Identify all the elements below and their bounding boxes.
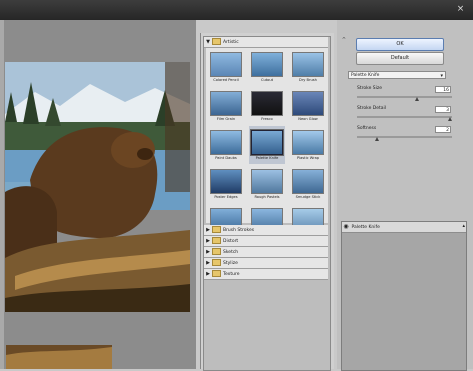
filter-thumb-8[interactable]: Plastic Wrap (290, 126, 326, 164)
collapse-gallery-icon[interactable]: ⌃ (341, 36, 350, 45)
filter-preview-image (251, 91, 283, 116)
close-icon[interactable]: × (456, 5, 465, 14)
filter-thumb-4[interactable]: Fresco (249, 87, 285, 125)
category-row-texture[interactable]: ▶ Texture (204, 269, 328, 280)
filter-gallery: ▼ Artistic Colored Pencil Cutout Dry Brus… (203, 36, 331, 371)
filter-preview-image (292, 169, 324, 194)
filter-thumb-1[interactable]: Cutout (249, 48, 285, 86)
filter-thumb-3[interactable]: Film Grain (208, 87, 244, 125)
filter-label: Palette Knife (255, 156, 279, 160)
filter-thumb-0[interactable]: Colored Pencil (208, 48, 244, 86)
filter-label: Film Grain (216, 117, 236, 121)
filter-thumb-2[interactable]: Dry Brush (290, 48, 326, 86)
filter-select-dropdown[interactable]: Palette Knife ▾ (348, 71, 446, 79)
category-row-sketch[interactable]: ▶ Sketch (204, 247, 328, 258)
preview-image[interactable] (5, 62, 190, 312)
chevron-down-icon: ▾ (440, 73, 443, 79)
window-title-bar: × (0, 0, 473, 20)
default-button[interactable]: Default (356, 52, 444, 65)
filter-preview-image (210, 91, 242, 116)
category-label: Distort (223, 239, 239, 244)
category-row-stylize[interactable]: ▶ Stylize (204, 258, 328, 269)
ok-button[interactable]: OK (356, 38, 444, 51)
category-label: Brush Strokes (223, 228, 255, 233)
filter-thumb-7-selected[interactable]: Palette Knife (249, 126, 285, 164)
filter-thumb-10[interactable]: Rough Pastels (249, 165, 285, 203)
scroll-up-icon[interactable]: ▴ (462, 223, 465, 229)
folder-icon (212, 270, 221, 277)
eye-icon[interactable]: ◉ (342, 222, 350, 232)
category-row-brush-strokes[interactable]: ▶ Brush Strokes (204, 225, 328, 236)
effect-layers-panel: ◉ Palette Knife ▴ (341, 221, 467, 371)
filter-thumb-6[interactable]: Paint Daubs (208, 126, 244, 164)
filter-select-value: Palette Knife (351, 73, 380, 78)
folder-icon (212, 259, 221, 266)
triangle-right-icon[interactable]: ▶ (204, 236, 212, 246)
folder-icon (212, 237, 221, 244)
triangle-right-icon[interactable]: ▶ (204, 225, 212, 235)
stroke-size-slider-thumb[interactable] (415, 97, 420, 101)
stroke-detail-field[interactable]: 3 (435, 106, 451, 113)
filter-preview-image (292, 130, 324, 155)
filter-preview-image (210, 130, 242, 155)
softness-label: Softness (357, 126, 377, 131)
navigator-photo-image (6, 345, 112, 369)
filter-preview-image (292, 52, 324, 77)
preview-edge (0, 20, 4, 369)
category-label: Texture (223, 272, 240, 277)
stroke-detail-slider-thumb[interactable] (448, 117, 452, 121)
stroke-size-field[interactable]: 16 (435, 86, 451, 93)
stroke-detail-slider[interactable] (357, 116, 452, 121)
softness-slider[interactable] (357, 136, 452, 141)
stroke-size-label: Stroke Size (357, 86, 383, 91)
stroke-size-slider[interactable] (357, 96, 452, 101)
softness-field[interactable]: 2 (435, 126, 451, 133)
navigator-thumbnail (6, 345, 112, 369)
filter-label: Cutout (260, 78, 274, 82)
bear-photo-image (5, 62, 190, 312)
category-row-artistic[interactable]: ▼ Artistic (204, 37, 328, 48)
stroke-detail-label: Stroke Detail (357, 106, 387, 111)
filter-thumb-5[interactable]: Neon Glow (290, 87, 326, 125)
filter-label: Dry Brush (299, 78, 317, 82)
filter-label: Rough Pastels (254, 195, 280, 199)
triangle-right-icon[interactable]: ▶ (204, 258, 212, 268)
category-label: Sketch (223, 250, 239, 255)
category-label: Stylize (223, 261, 238, 266)
filter-thumb-11[interactable]: Smudge Stick (290, 165, 326, 203)
triangle-right-icon[interactable]: ▶ (204, 269, 212, 279)
filter-thumb-9[interactable]: Poster Edges (208, 165, 244, 203)
filter-thumbnails-grid: Colored Pencil Cutout Dry Brush Film Gra… (206, 48, 328, 238)
effect-layer-label: Palette Knife (351, 225, 380, 230)
filter-label: Colored Pencil (213, 78, 239, 82)
filter-preview-image (250, 129, 284, 156)
filter-label: Plastic Wrap (296, 156, 320, 160)
filter-preview-image (251, 169, 283, 194)
folder-icon (212, 38, 221, 45)
filter-preview-image (292, 91, 324, 116)
triangle-right-icon[interactable]: ▶ (204, 247, 212, 257)
filter-preview-image (210, 52, 242, 77)
triangle-down-icon[interactable]: ▼ (204, 37, 212, 47)
category-label: Artistic (223, 40, 239, 45)
filter-label: Paint Daubs (215, 156, 237, 160)
category-row-distort[interactable]: ▶ Distort (204, 236, 328, 247)
folder-icon (212, 226, 221, 233)
filter-preview-image (251, 52, 283, 77)
filter-label: Neon Glow (298, 117, 318, 121)
folder-icon (212, 248, 221, 255)
filter-label: Fresco (261, 117, 273, 121)
filter-label: Smudge Stick (295, 195, 321, 199)
filter-label: Poster Edges (214, 195, 238, 199)
softness-slider-thumb[interactable] (375, 137, 380, 141)
filter-preview-image (210, 169, 242, 194)
effect-layer-row[interactable]: ◉ Palette Knife (342, 222, 466, 233)
